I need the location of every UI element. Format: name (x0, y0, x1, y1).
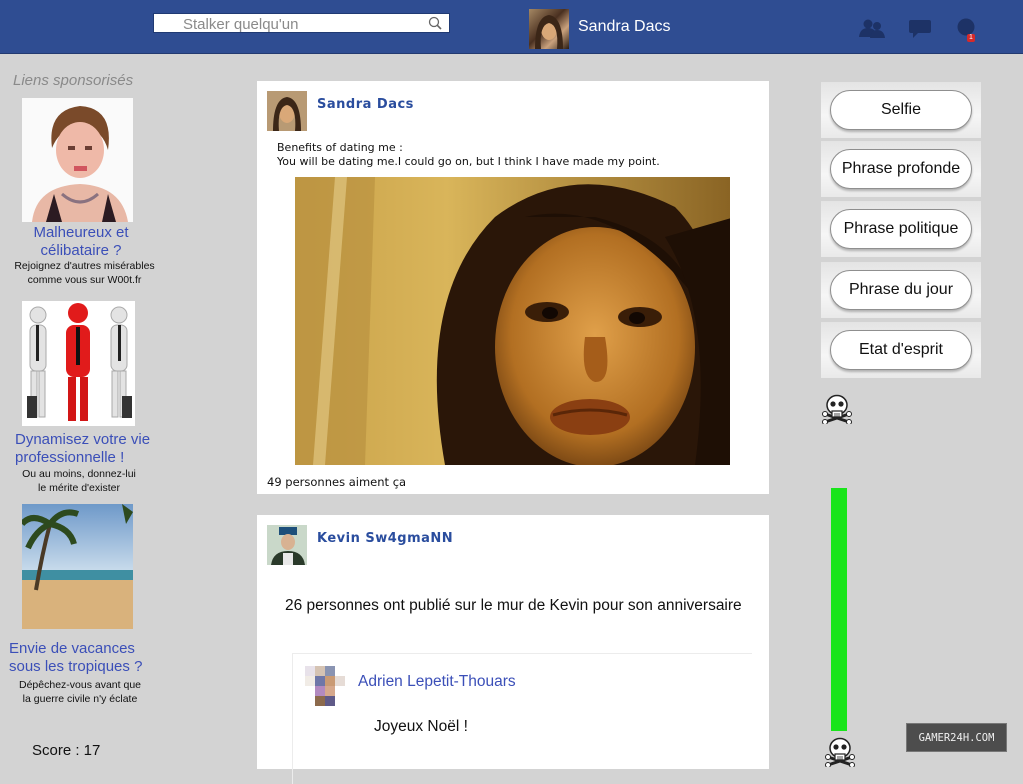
comment-author-avatar[interactable] (305, 666, 345, 706)
ad-subtitle-line: Dépêchez-vous avant que (19, 679, 141, 691)
selfie-button[interactable]: Selfie (830, 90, 972, 130)
ad-subtitle-line: la guerre civile n'y éclate (22, 693, 138, 705)
popularity-meter (831, 488, 847, 731)
ad-link-vacation[interactable]: Envie de vacances sous les tropiques ? (9, 640, 169, 676)
birthday-notice: 26 personnes ont publié sur le mur de Ke… (285, 597, 742, 614)
ad-image-woman[interactable] (22, 98, 133, 222)
ad-title-line[interactable]: Dynamisez votre vie (15, 431, 150, 448)
comment-box: Adrien Lepetit-Thouars Joyeux Noël ! (292, 653, 752, 784)
top-bar: Sandra Dacs 1 (0, 0, 1023, 54)
ad-title-line[interactable]: célibataire ? (41, 242, 122, 259)
ad-subtitle-line: comme vous sur W00t.fr (27, 274, 142, 286)
ad-image-businessmen[interactable] (22, 301, 135, 426)
choice-tile: Phrase politique (821, 201, 981, 257)
skull-crossbones-icon (825, 737, 855, 767)
profile-avatar[interactable] (529, 9, 569, 49)
ad-title-line[interactable]: professionnelle ! (15, 449, 124, 466)
post-card: Sandra Dacs Benefits of dating me : You … (257, 81, 769, 494)
profile-name[interactable]: Sandra Dacs (578, 18, 671, 36)
post-card: Kevin Sw4gmaNN 26 personnes ont publié s… (257, 515, 769, 784)
sponsored-title: Liens sponsorisés (13, 72, 134, 89)
state-of-mind-button[interactable]: Etat d'esprit (830, 330, 972, 370)
post-likes[interactable]: 49 personnes aiment ça (267, 475, 406, 489)
search-box[interactable] (153, 13, 450, 34)
post-text: Benefits of dating me : You will be dati… (277, 141, 660, 169)
comment-text: Joyeux Noël ! (374, 718, 468, 735)
ad-subtitle: Rejoignez d'autres misérables comme vous… (8, 259, 161, 287)
friends-icon[interactable] (858, 18, 886, 38)
choice-tile: Phrase du jour (821, 262, 981, 318)
choice-tile: Selfie (821, 82, 981, 138)
comment-author-name[interactable]: Adrien Lepetit-Thouars (358, 673, 516, 691)
messages-icon[interactable] (908, 18, 932, 38)
ad-subtitle: Dépêchez-vous avant que la guerre civile… (4, 678, 156, 706)
ad-image-beach[interactable] (22, 504, 133, 629)
score-label: Score : 17 (32, 742, 101, 759)
ad-title-line[interactable]: Envie de vacances (9, 640, 135, 657)
choice-tile: Etat d'esprit (821, 322, 981, 378)
post-text-line: Benefits of dating me : (277, 141, 403, 154)
watermark-logo: GAMER24H.COM (906, 723, 1007, 752)
post-author-name[interactable]: Sandra Dacs (317, 97, 414, 112)
ad-subtitle-line: Rejoignez d'autres misérables (14, 260, 155, 272)
post-author-avatar[interactable] (267, 525, 307, 565)
choice-tile: Phrase profonde (821, 141, 981, 197)
ad-link-career[interactable]: Dynamisez votre vie professionnelle ! (15, 431, 165, 467)
ad-subtitle-line: Ou au moins, donnez-lui (22, 468, 136, 480)
popularity-meter-fill (831, 488, 847, 731)
ad-title-line[interactable]: sous les tropiques ? (9, 658, 142, 675)
ad-title-line[interactable]: Malheureux et (33, 224, 128, 241)
deep-phrase-button[interactable]: Phrase profonde (830, 149, 972, 189)
ad-subtitle-line: le mérite d'exister (38, 482, 120, 494)
political-phrase-button[interactable]: Phrase politique (830, 209, 972, 249)
post-author-name[interactable]: Kevin Sw4gmaNN (317, 531, 453, 546)
post-photo-selfie[interactable] (295, 177, 730, 465)
search-input[interactable] (181, 14, 435, 34)
skull-crossbones-icon (822, 394, 852, 424)
search-icon[interactable] (428, 16, 442, 30)
notification-badge: 1 (967, 34, 975, 42)
ad-link-dating[interactable]: Malheureux et célibataire ? (29, 224, 133, 260)
phrase-of-the-day-button[interactable]: Phrase du jour (830, 270, 972, 310)
ad-subtitle: Ou au moins, donnez-lui le mérite d'exis… (4, 467, 154, 495)
post-text-line: You will be dating me.I could go on, but… (277, 155, 660, 168)
post-author-avatar[interactable] (267, 91, 307, 131)
